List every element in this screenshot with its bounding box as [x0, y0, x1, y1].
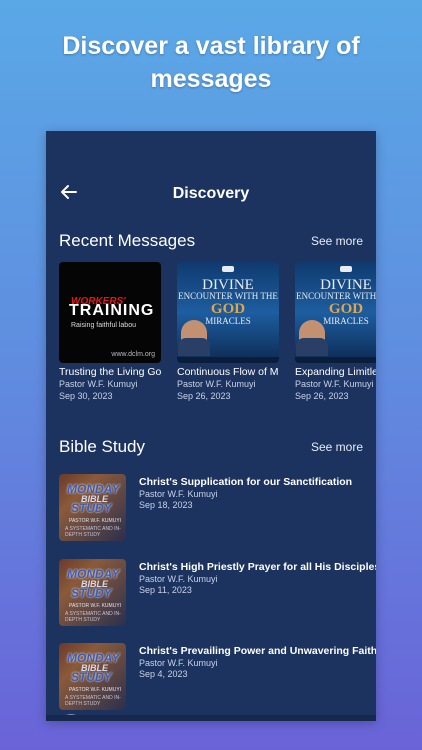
speaker-photo — [178, 320, 210, 356]
message-title: Trusting the Living God with the Whole — [59, 366, 161, 378]
message-author: Pastor W.F. Kumuyi — [177, 379, 256, 389]
bible-study-item[interactable]: MONDAY BIBLE STUDY PASTOR W.F. KUMUYI A … — [59, 559, 376, 627]
thumb-text: A SYSTEMATIC AND IN-DEPTH STUDY — [65, 695, 121, 707]
thumb-text: TRAINING — [69, 302, 155, 319]
message-thumbnail: WORKERS' TRAINING Raising faithful labou… — [59, 262, 161, 363]
bible-study-author: Pastor W.F. Kumuyi — [139, 574, 218, 584]
message-date: Sep 26, 2023 — [295, 391, 349, 401]
bible-study-author: Pastor W.F. Kumuyi — [139, 658, 218, 668]
bible-study-thumbnail: MONDAY BIBLE STUDY PASTOR W.F. KUMUYI A … — [59, 474, 126, 541]
thumb-text: PASTOR W.F. KUMUYI — [69, 603, 122, 609]
bible-study-title: Christ's High Priestly Prayer for all Hi… — [139, 561, 376, 573]
thumb-text: STUDY — [71, 670, 112, 684]
message-author: Pastor W.F. Kumuyi — [59, 379, 138, 389]
thumb-footer-strip — [295, 357, 376, 363]
thumb-text: A SYSTEMATIC AND IN-DEPTH STUDY — [65, 526, 121, 538]
thumb-text: STUDY — [71, 501, 112, 515]
section-title-recent: Recent Messages — [59, 231, 196, 250]
thumb-text: A SYSTEMATIC AND IN-DEPTH STUDY — [65, 611, 121, 623]
message-title: Continuous Flow of Miracles Past Present — [177, 366, 279, 378]
message-thumbnail: DIVINE ENCOUNTER WITH THE GOD MIRACLES — [177, 262, 279, 363]
message-date: Sep 30, 2023 — [59, 391, 113, 401]
bible-study-title: Christ's Prevailing Power and Unwavering… — [139, 645, 376, 657]
bible-study-thumbnail: MONDAY BIBLE STUDY PASTOR W.F. KUMUYI A … — [59, 643, 126, 710]
message-card[interactable]: WORKERS' TRAINING Raising faithful labou… — [59, 262, 161, 402]
bible-study-thumbnail: MONDAY BIBLE STUDY PASTOR W.F. KUMUYI A … — [59, 559, 126, 626]
bible-study-see-more-link[interactable]: See more — [311, 440, 363, 454]
section-title-bible-study: Bible Study — [59, 437, 145, 456]
thumb-text: ENCOUNTER WITH THE — [296, 291, 376, 301]
message-author: Pastor W.F. Kumuyi — [295, 379, 374, 389]
message-title: Expanding Limitless Evangelistic Expansi… — [295, 366, 376, 378]
thumb-text: PASTOR W.F. KUMUYI — [69, 687, 122, 693]
recent-messages-header: Recent Messages See more — [59, 231, 363, 255]
screen-title: Discovery — [172, 185, 250, 202]
message-thumbnail: DIVINE ENCOUNTER WITH THE GOD MIRACLES — [295, 262, 376, 363]
church-logo-icon — [222, 266, 234, 272]
message-card[interactable]: DIVINE ENCOUNTER WITH THE GOD MIRACLES E… — [295, 262, 376, 402]
thumb-text: www.dclm.org — [111, 351, 155, 358]
bible-study-header: Bible Study See more — [59, 437, 363, 461]
thumb-text: STUDY — [71, 586, 112, 600]
app-screen: Discovery Recent Messages See more WORKE… — [46, 131, 376, 721]
recent-messages-carousel[interactable]: WORKERS' TRAINING Raising faithful labou… — [59, 262, 376, 412]
thumb-text: DIVINE — [202, 277, 254, 293]
thumb-footer-strip — [177, 357, 279, 363]
promo-headline: Discover a vast library of messages — [62, 32, 360, 93]
speaker-photo — [296, 320, 328, 356]
recent-see-more-link[interactable]: See more — [311, 234, 363, 248]
bible-study-title: Christ's Supplication for our Sanctifica… — [139, 476, 353, 488]
bible-study-date: Sep 11, 2023 — [139, 585, 192, 595]
bible-study-author: Pastor W.F. Kumuyi — [139, 489, 218, 499]
app-bar: Discovery — [46, 181, 376, 209]
thumb-text: Raising faithful labou — [71, 322, 136, 329]
bible-study-date: Sep 18, 2023 — [139, 500, 193, 510]
thumb-text: DIVINE — [320, 277, 372, 293]
church-logo-icon — [340, 266, 352, 272]
thumb-text: ENCOUNTER WITH THE — [178, 291, 278, 301]
bible-study-item[interactable]: MONDAY BIBLE STUDY PASTOR W.F. KUMUYI A … — [59, 474, 363, 542]
thumb-text: PASTOR W.F. KUMUYI — [69, 518, 122, 524]
bible-study-date: Sep 4, 2023 — [139, 669, 188, 679]
message-date: Sep 26, 2023 — [177, 391, 231, 401]
bottom-edge — [46, 715, 376, 721]
bible-study-item[interactable]: MONDAY BIBLE STUDY PASTOR W.F. KUMUYI A … — [59, 643, 376, 711]
message-card[interactable]: DIVINE ENCOUNTER WITH THE GOD MIRACLES C… — [177, 262, 279, 402]
